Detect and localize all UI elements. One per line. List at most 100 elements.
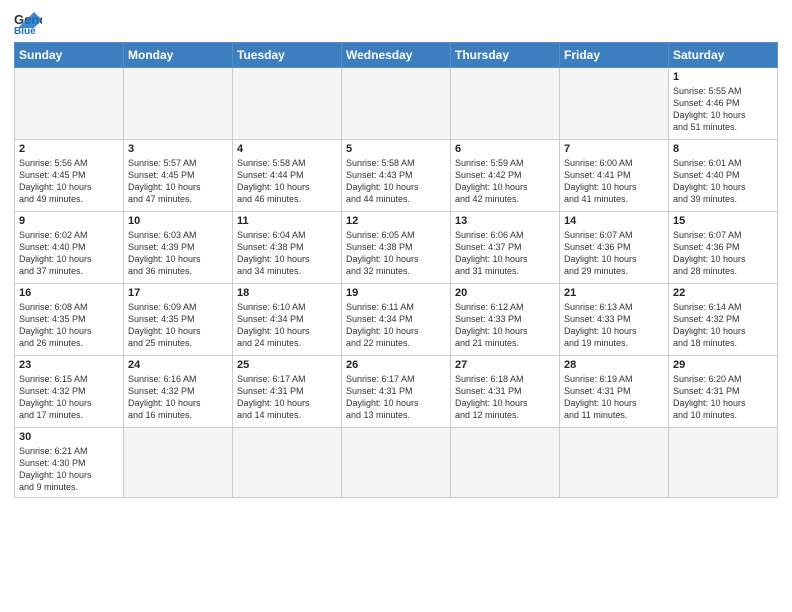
calendar-cell <box>451 68 560 140</box>
calendar-row-0: 1 Sunrise: 5:55 AM Sunset: 4:46 PM Daylig… <box>15 68 778 140</box>
day-number: 13 <box>455 215 555 227</box>
weekday-header-monday: Monday <box>124 43 233 68</box>
cell-info: Sunrise: 6:11 AM Sunset: 4:34 PM Dayligh… <box>346 301 446 350</box>
calendar-table: SundayMondayTuesdayWednesdayThursdayFrid… <box>14 42 778 498</box>
calendar-cell: 20Sunrise: 6:12 AM Sunset: 4:33 PM Dayli… <box>451 284 560 356</box>
day-number: 30 <box>19 431 119 443</box>
day-number: 1 <box>673 71 773 83</box>
weekday-header-friday: Friday <box>560 43 669 68</box>
cell-info: Sunrise: 6:10 AM Sunset: 4:34 PM Dayligh… <box>237 301 337 350</box>
weekday-header-saturday: Saturday <box>669 43 778 68</box>
calendar-cell: 16Sunrise: 6:08 AM Sunset: 4:35 PM Dayli… <box>15 284 124 356</box>
calendar-cell <box>233 68 342 140</box>
calendar-cell: 12 Sunrise: 6:05 AM Sunset: 4:38 PM Dayli… <box>342 212 451 284</box>
day-number: 7 <box>564 143 664 155</box>
svg-text:Blue: Blue <box>14 26 36 34</box>
day-number: 19 <box>346 287 446 299</box>
cell-info: Sunrise: 6:04 AM Sunset: 4:38 PM Dayligh… <box>237 229 337 278</box>
calendar-cell: 6 Sunrise: 5:59 AM Sunset: 4:42 PM Daylig… <box>451 140 560 212</box>
calendar-cell: 2Sunrise: 5:56 AM Sunset: 4:45 PM Daylig… <box>15 140 124 212</box>
calendar-cell: 28Sunrise: 6:19 AM Sunset: 4:31 PM Dayli… <box>560 356 669 428</box>
calendar-cell <box>560 428 669 498</box>
cell-info: Sunrise: 6:21 AM Sunset: 4:30 PM Dayligh… <box>19 445 119 494</box>
calendar-cell: 25Sunrise: 6:17 AM Sunset: 4:31 PM Dayli… <box>233 356 342 428</box>
day-number: 21 <box>564 287 664 299</box>
calendar-cell <box>342 428 451 498</box>
page: General Blue SundayMondayTuesdayWednesda… <box>0 0 792 612</box>
calendar-cell: 10 Sunrise: 6:03 AM Sunset: 4:39 PM Dayli… <box>124 212 233 284</box>
calendar-header-row: SundayMondayTuesdayWednesdayThursdayFrid… <box>15 43 778 68</box>
calendar-cell <box>233 428 342 498</box>
day-number: 10 <box>128 215 228 227</box>
cell-info: Sunrise: 6:01 AM Sunset: 4:40 PM Dayligh… <box>673 157 773 206</box>
calendar-cell <box>342 68 451 140</box>
calendar-cell: 7 Sunrise: 6:00 AM Sunset: 4:41 PM Daylig… <box>560 140 669 212</box>
calendar-cell: 4 Sunrise: 5:58 AM Sunset: 4:44 PM Daylig… <box>233 140 342 212</box>
cell-info: Sunrise: 6:05 AM Sunset: 4:38 PM Dayligh… <box>346 229 446 278</box>
weekday-header-thursday: Thursday <box>451 43 560 68</box>
day-number: 22 <box>673 287 773 299</box>
calendar-cell: 13Sunrise: 6:06 AM Sunset: 4:37 PM Dayli… <box>451 212 560 284</box>
day-number: 11 <box>237 215 337 227</box>
weekday-header-sunday: Sunday <box>15 43 124 68</box>
calendar-cell: 3Sunrise: 5:57 AM Sunset: 4:45 PM Daylig… <box>124 140 233 212</box>
calendar-cell: 18Sunrise: 6:10 AM Sunset: 4:34 PM Dayli… <box>233 284 342 356</box>
day-number: 12 <box>346 215 446 227</box>
cell-info: Sunrise: 6:17 AM Sunset: 4:31 PM Dayligh… <box>237 373 337 422</box>
day-number: 23 <box>19 359 119 371</box>
day-number: 2 <box>19 143 119 155</box>
day-number: 14 <box>564 215 664 227</box>
cell-info: Sunrise: 6:20 AM Sunset: 4:31 PM Dayligh… <box>673 373 773 422</box>
calendar-cell: 26Sunrise: 6:17 AM Sunset: 4:31 PM Dayli… <box>342 356 451 428</box>
calendar-cell <box>560 68 669 140</box>
day-number: 24 <box>128 359 228 371</box>
cell-info: Sunrise: 5:57 AM Sunset: 4:45 PM Dayligh… <box>128 157 228 206</box>
day-number: 4 <box>237 143 337 155</box>
calendar-cell: 11 Sunrise: 6:04 AM Sunset: 4:38 PM Dayli… <box>233 212 342 284</box>
cell-info: Sunrise: 6:02 AM Sunset: 4:40 PM Dayligh… <box>19 229 119 278</box>
cell-info: Sunrise: 5:58 AM Sunset: 4:43 PM Dayligh… <box>346 157 446 206</box>
day-number: 6 <box>455 143 555 155</box>
logo-icon: General Blue <box>14 10 42 34</box>
calendar-cell: 30 Sunrise: 6:21 AM Sunset: 4:30 PM Dayli… <box>15 428 124 498</box>
day-number: 15 <box>673 215 773 227</box>
cell-info: Sunrise: 6:00 AM Sunset: 4:41 PM Dayligh… <box>564 157 664 206</box>
cell-info: Sunrise: 6:07 AM Sunset: 4:36 PM Dayligh… <box>673 229 773 278</box>
calendar-cell: 5Sunrise: 5:58 AM Sunset: 4:43 PM Daylig… <box>342 140 451 212</box>
calendar-cell: 1 Sunrise: 5:55 AM Sunset: 4:46 PM Daylig… <box>669 68 778 140</box>
day-number: 29 <box>673 359 773 371</box>
cell-info: Sunrise: 6:07 AM Sunset: 4:36 PM Dayligh… <box>564 229 664 278</box>
calendar-cell: 8 Sunrise: 6:01 AM Sunset: 4:40 PM Daylig… <box>669 140 778 212</box>
calendar-cell: 27Sunrise: 6:18 AM Sunset: 4:31 PM Dayli… <box>451 356 560 428</box>
calendar-row-1: 2Sunrise: 5:56 AM Sunset: 4:45 PM Daylig… <box>15 140 778 212</box>
cell-info: Sunrise: 6:03 AM Sunset: 4:39 PM Dayligh… <box>128 229 228 278</box>
header: General Blue <box>14 10 778 34</box>
calendar-cell: 29 Sunrise: 6:20 AM Sunset: 4:31 PM Dayli… <box>669 356 778 428</box>
cell-info: Sunrise: 6:13 AM Sunset: 4:33 PM Dayligh… <box>564 301 664 350</box>
day-number: 27 <box>455 359 555 371</box>
day-number: 17 <box>128 287 228 299</box>
cell-info: Sunrise: 6:16 AM Sunset: 4:32 PM Dayligh… <box>128 373 228 422</box>
cell-info: Sunrise: 5:59 AM Sunset: 4:42 PM Dayligh… <box>455 157 555 206</box>
cell-info: Sunrise: 6:09 AM Sunset: 4:35 PM Dayligh… <box>128 301 228 350</box>
logo: General Blue <box>14 10 46 34</box>
weekday-header-tuesday: Tuesday <box>233 43 342 68</box>
calendar-row-2: 9 Sunrise: 6:02 AM Sunset: 4:40 PM Daylig… <box>15 212 778 284</box>
cell-info: Sunrise: 5:55 AM Sunset: 4:46 PM Dayligh… <box>673 85 773 134</box>
calendar-cell <box>451 428 560 498</box>
calendar-cell: 17 Sunrise: 6:09 AM Sunset: 4:35 PM Dayli… <box>124 284 233 356</box>
cell-info: Sunrise: 6:12 AM Sunset: 4:33 PM Dayligh… <box>455 301 555 350</box>
calendar-cell: 23 Sunrise: 6:15 AM Sunset: 4:32 PM Dayli… <box>15 356 124 428</box>
calendar-cell: 14 Sunrise: 6:07 AM Sunset: 4:36 PM Dayli… <box>560 212 669 284</box>
day-number: 28 <box>564 359 664 371</box>
cell-info: Sunrise: 5:58 AM Sunset: 4:44 PM Dayligh… <box>237 157 337 206</box>
calendar-cell <box>124 68 233 140</box>
calendar-cell <box>124 428 233 498</box>
cell-info: Sunrise: 6:14 AM Sunset: 4:32 PM Dayligh… <box>673 301 773 350</box>
calendar-cell: 24 Sunrise: 6:16 AM Sunset: 4:32 PM Dayli… <box>124 356 233 428</box>
day-number: 16 <box>19 287 119 299</box>
cell-info: Sunrise: 6:15 AM Sunset: 4:32 PM Dayligh… <box>19 373 119 422</box>
calendar-row-4: 23 Sunrise: 6:15 AM Sunset: 4:32 PM Dayli… <box>15 356 778 428</box>
day-number: 9 <box>19 215 119 227</box>
day-number: 8 <box>673 143 773 155</box>
